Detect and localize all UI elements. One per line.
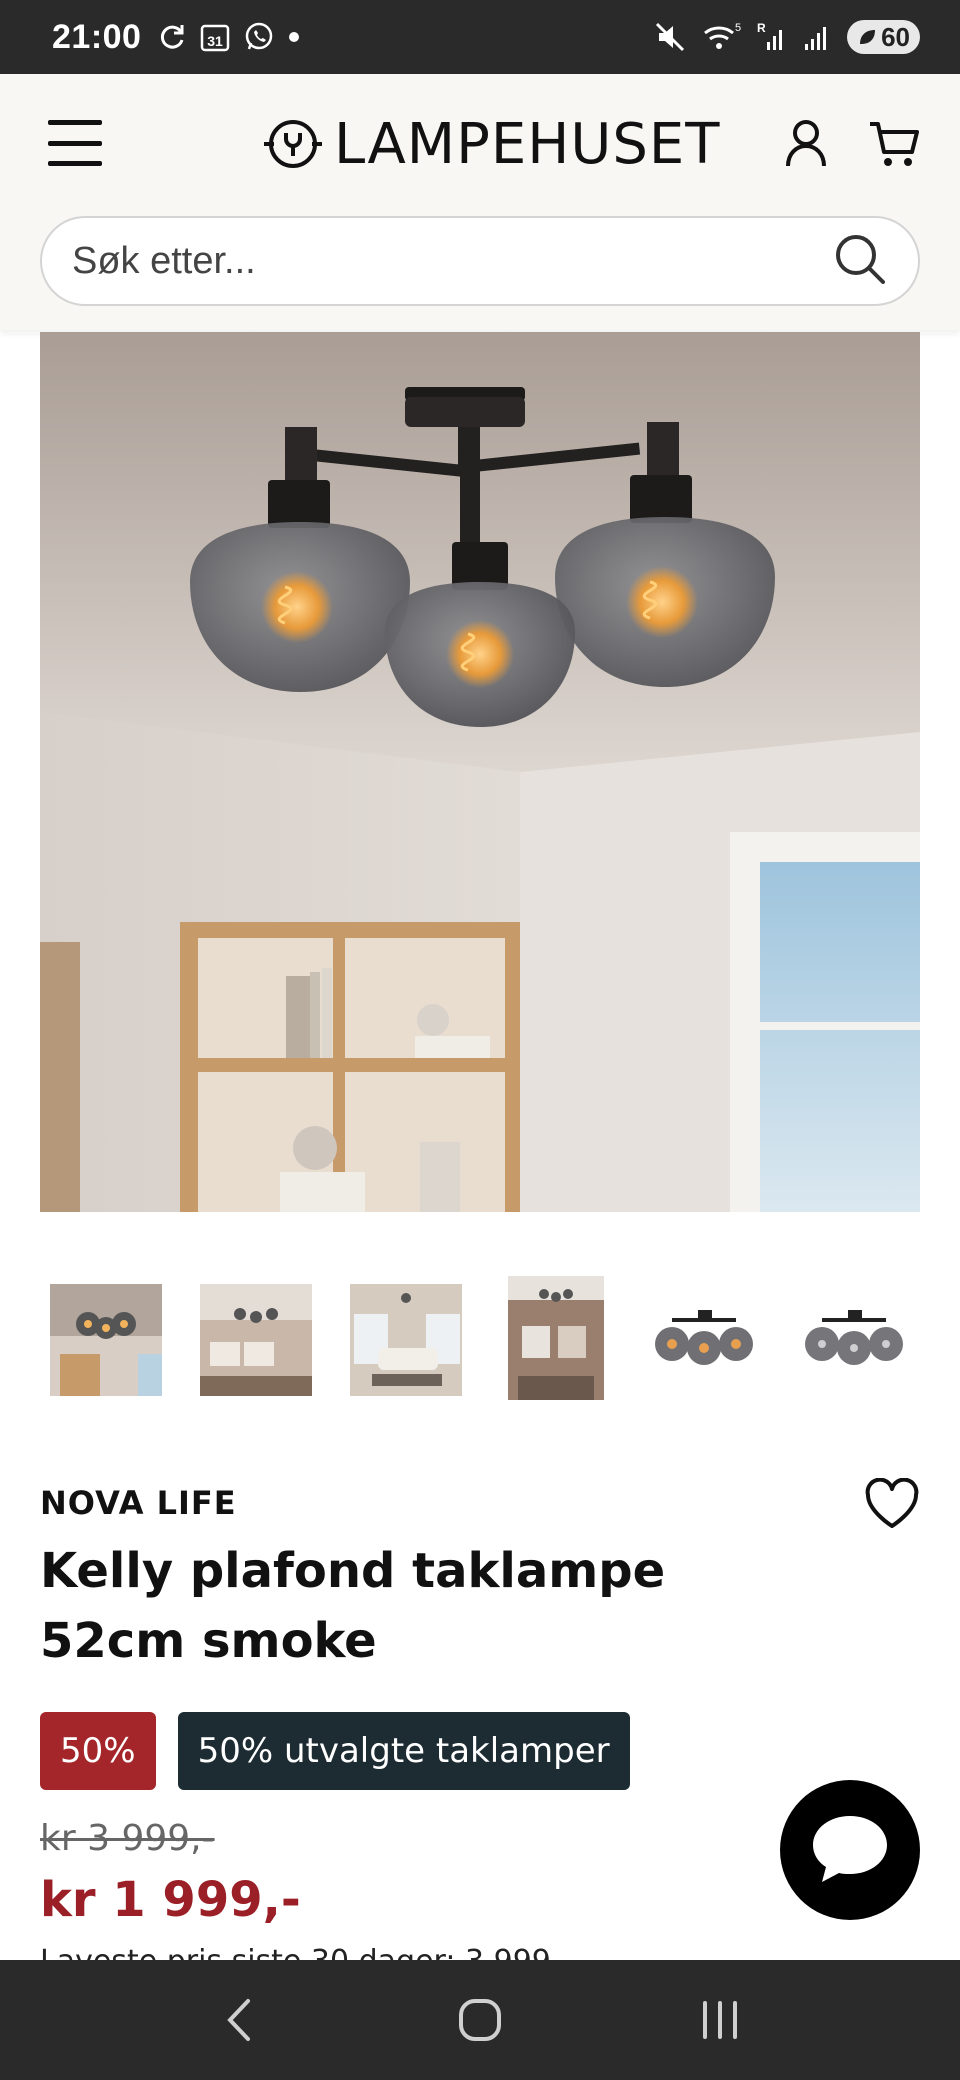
chat-button[interactable] xyxy=(780,1780,920,1920)
cart-icon xyxy=(870,122,919,166)
product-brand[interactable]: NOVA LIFE xyxy=(40,1484,237,1522)
thumbnail-1[interactable] xyxy=(50,1284,162,1396)
home-icon xyxy=(459,1999,501,2041)
discount-badge: 50% xyxy=(40,1712,156,1790)
recents-button[interactable] xyxy=(680,1980,760,2060)
favorite-button[interactable] xyxy=(864,1477,920,1530)
site-logo[interactable]: LAMPEHUSET xyxy=(262,111,721,177)
svg-text:R: R xyxy=(757,21,766,35)
home-button[interactable] xyxy=(440,1980,520,2060)
search-bar[interactable] xyxy=(40,216,920,306)
thumbnail-4[interactable] xyxy=(508,1276,604,1400)
whatsapp-icon xyxy=(243,21,275,53)
site-header: LAMPEHUSET xyxy=(0,74,960,330)
calendar-icon: 31 xyxy=(199,21,231,53)
sync-icon xyxy=(157,22,187,52)
thumbnail-strip xyxy=(0,1272,960,1408)
svg-text:5: 5 xyxy=(735,22,741,34)
signal-icon xyxy=(803,22,833,52)
leaf-icon xyxy=(860,30,876,44)
account-button[interactable] xyxy=(782,118,830,170)
wifi-icon: 5 xyxy=(701,21,741,53)
hamburger-line xyxy=(48,140,102,146)
status-bar: 21:00 31 5 R 60 xyxy=(0,0,960,74)
dot-icon xyxy=(287,30,301,44)
chat-bubble-icon xyxy=(813,1816,887,1882)
product-title: Kelly plafond taklampe 52cm smoke xyxy=(40,1543,666,1669)
thumbnail-5[interactable] xyxy=(648,1284,760,1396)
ceiling-lamp-photo xyxy=(40,332,920,1212)
recents-icon xyxy=(703,2001,737,2039)
search-input[interactable] xyxy=(72,239,832,283)
mute-icon xyxy=(653,20,687,54)
battery-indicator: 60 xyxy=(847,20,920,54)
back-button[interactable] xyxy=(200,1980,280,2060)
lamp-logo-icon xyxy=(264,120,322,168)
search-icon[interactable] xyxy=(832,231,888,292)
menu-button[interactable] xyxy=(48,120,102,166)
product-main-image[interactable] xyxy=(40,332,920,1212)
back-icon xyxy=(227,1999,250,2041)
campaign-badge[interactable]: 50% utvalgte taklamper xyxy=(177,1712,630,1790)
original-price: kr 3 999,- xyxy=(40,1818,215,1859)
sale-price: kr 1 999,- xyxy=(40,1872,301,1928)
badge-row: 50% 50% utvalgte taklamper xyxy=(40,1712,630,1790)
thumbnail-3[interactable] xyxy=(350,1284,462,1396)
brand-name: LAMPEHUSET xyxy=(334,111,721,177)
signal-r-icon: R xyxy=(755,20,789,54)
status-time: 21:00 xyxy=(52,17,142,56)
thumbnail-2[interactable] xyxy=(200,1284,312,1396)
hamburger-line xyxy=(48,120,102,125)
svg-text:31: 31 xyxy=(208,33,224,49)
thumbnail-6[interactable] xyxy=(798,1284,910,1396)
heart-icon xyxy=(865,1477,919,1528)
hamburger-line xyxy=(48,161,102,166)
battery-level: 60 xyxy=(881,21,910,52)
system-nav-bar xyxy=(0,1960,960,2080)
user-icon xyxy=(786,120,826,167)
cart-button[interactable] xyxy=(868,118,920,170)
